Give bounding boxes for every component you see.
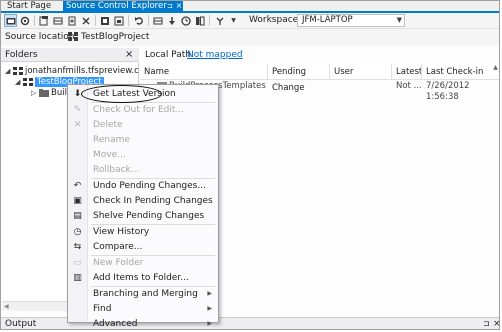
menu-item-label: Delete — [93, 120, 123, 130]
check-in-icon: ▣ — [73, 196, 82, 206]
refresh-icon[interactable] — [18, 14, 31, 27]
menu-item-check-out-for-edit: ✎ Check Out for Edit... — [68, 103, 218, 117]
menu-item-label: Undo Pending Changes... — [93, 181, 206, 191]
last-checkin-cell: 7/26/2012 1:56:38 — [426, 81, 470, 102]
workspace-value: JFM-LAPTOP — [302, 15, 353, 25]
menu-item-undo-pending-changes[interactable]: ↶ Undo Pending Changes... — [68, 179, 218, 193]
menu-item-shelve-pending-changes[interactable]: ▤ Shelve Pending Changes — [68, 209, 218, 223]
compare-icon: ⇆ — [73, 242, 82, 252]
shelve-icon[interactable] — [112, 14, 125, 27]
menu-item-label: Rename — [93, 135, 130, 145]
menu-item-add-items-to-folder[interactable]: ▥ Add Items to Folder... — [68, 271, 218, 285]
menu-item-branching-and-merging[interactable]: Branching and Merging ▶ — [68, 287, 218, 301]
collapsed-icon[interactable]: ▷ — [31, 88, 39, 99]
chevron-down-icon: ▼ — [396, 16, 402, 24]
undo-icon[interactable] — [132, 14, 145, 27]
toolbar-separator — [148, 15, 149, 26]
menu-item-label: Advanced — [93, 319, 138, 329]
latest-cell: Not ... — [396, 81, 422, 91]
menu-item-label: Rollback... — [93, 165, 140, 175]
check-in-icon[interactable] — [98, 14, 111, 27]
get-latest-icon[interactable] — [165, 14, 178, 27]
add-file-icon[interactable] — [65, 14, 78, 27]
column-header-name[interactable]: Name — [140, 64, 267, 80]
tab-start-page[interactable]: Start Page — [3, 1, 55, 11]
menu-item-label: New Folder — [93, 258, 144, 268]
menu-item-label: Compare... — [93, 242, 143, 252]
compare-icon[interactable] — [193, 14, 206, 27]
source-location-value[interactable]: TestBlogProject — [81, 29, 149, 45]
menu-item-label: Shelve Pending Changes — [93, 211, 205, 221]
output-pin-icon[interactable]: ⊐ — [483, 317, 490, 329]
scroll-up-icon[interactable]: ▲ — [491, 64, 499, 74]
tab-close-icon[interactable]: × — [175, 1, 183, 11]
delete-icon: ✕ — [73, 120, 82, 130]
menu-item-label: Add Items to Folder... — [93, 273, 189, 283]
tab-pin-icon[interactable]: ⊐ — [167, 1, 175, 11]
history-icon: ◷ — [73, 227, 82, 237]
menu-item-new-folder: ▭ New Folder — [68, 256, 218, 270]
server-icon — [13, 66, 23, 75]
menu-item-delete: ✕ Delete — [68, 118, 218, 132]
output-close-icon[interactable]: × — [493, 317, 499, 329]
branch-dropdown-icon[interactable]: ▼ — [227, 14, 240, 27]
add-items-icon[interactable] — [37, 14, 50, 27]
menu-item-find[interactable]: Find ▶ — [68, 302, 218, 316]
menu-item-label: View History — [93, 227, 150, 237]
team-project-icon — [23, 77, 33, 86]
menu-item-view-history[interactable]: ◷ View History — [68, 225, 218, 239]
history-icon[interactable] — [179, 14, 192, 27]
tree-node-root-label: jonathanfmills.tfspreview.com\D — [25, 66, 139, 76]
shelve-icon: ▤ — [73, 211, 82, 221]
expanded-icon[interactable]: ◢ — [15, 77, 23, 88]
unshelve-icon[interactable] — [151, 14, 164, 27]
scroll-left-icon[interactable]: ◀ — [4, 303, 9, 310]
menu-item-label: Check In Pending Changes — [93, 196, 213, 206]
column-header-last-checkin[interactable]: Last Check-in — [421, 64, 491, 80]
check-out-icon: ✎ — [73, 105, 82, 115]
toolbar-separator — [34, 15, 35, 26]
submenu-arrow-icon: ▶ — [207, 290, 212, 297]
undo-icon: ↶ — [73, 181, 82, 191]
toolbar-separator — [128, 15, 129, 26]
tree-node-root[interactable]: ◢ jonathanfmills.tfspreview.com\D — [5, 66, 139, 77]
submenu-arrow-icon: ▶ — [207, 320, 212, 327]
folders-close-icon[interactable]: × — [125, 48, 133, 62]
folder-icon — [39, 88, 49, 97]
window-frame: Start Page Source Control Explorer ⊐ × ▼… — [0, 0, 500, 330]
menu-item-rollback: Rollback... — [68, 163, 218, 177]
new-folder-icon[interactable] — [4, 14, 17, 27]
folders-title: Folders — [5, 50, 38, 60]
submenu-arrow-icon: ▶ — [207, 305, 212, 312]
new-folder-icon: ▭ — [73, 258, 82, 268]
menu-item-advanced[interactable]: Advanced ▶ — [68, 317, 218, 329]
menu-item-check-in-pending-changes[interactable]: ▣ Check In Pending Changes — [68, 194, 218, 208]
column-header-pending-change[interactable]: Pending Change — [267, 64, 329, 93]
menu-item-label: Check Out for Edit... — [93, 105, 184, 115]
tab-source-control-explorer[interactable]: Source Control Explorer — [63, 1, 173, 11]
toolbar-separator — [209, 15, 210, 26]
expanded-icon[interactable]: ◢ — [5, 66, 13, 77]
menu-item-label: Move... — [93, 150, 126, 160]
delete-icon[interactable] — [79, 14, 92, 27]
map-icon[interactable] — [51, 14, 64, 27]
workspace-select[interactable]: JFM-LAPTOP ▼ — [297, 14, 405, 27]
highlight-circle — [81, 85, 162, 103]
branch-icon[interactable] — [213, 14, 226, 27]
workspace-label: Workspace: — [249, 15, 302, 25]
menu-item-move: Move... — [68, 148, 218, 162]
add-items-icon: ▥ — [73, 273, 82, 283]
source-location-label: Source location: — [5, 32, 78, 42]
column-header-user[interactable]: User — [329, 64, 391, 80]
menu-item-label: Find — [93, 304, 112, 314]
menu-item-rename: Rename — [68, 133, 218, 147]
not-mapped-link[interactable]: Not mapped — [187, 48, 243, 62]
menu-item-label: Branching and Merging — [93, 289, 198, 299]
menu-item-compare[interactable]: ⇆ Compare... — [68, 240, 218, 254]
column-header-latest[interactable]: Latest — [391, 64, 422, 80]
output-title[interactable]: Output — [5, 317, 36, 329]
toolbar-separator — [95, 15, 96, 26]
team-project-icon — [68, 32, 78, 41]
